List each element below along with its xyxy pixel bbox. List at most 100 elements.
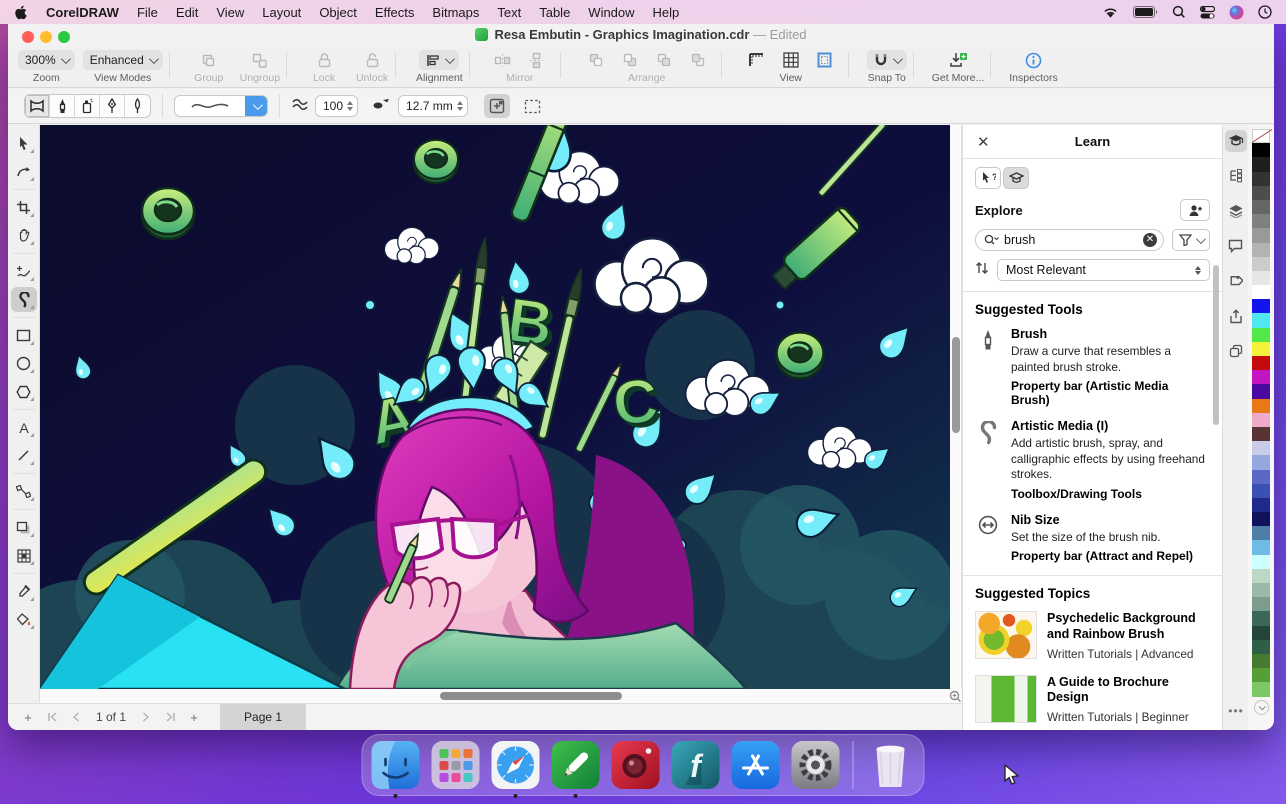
to-front-button[interactable] <box>579 50 613 70</box>
color-swatch[interactable] <box>1252 342 1270 356</box>
dock-launchpad-icon[interactable] <box>431 740 481 790</box>
color-swatch[interactable] <box>1252 200 1270 214</box>
menu-item[interactable]: Bitmaps <box>423 5 488 20</box>
color-swatch[interactable] <box>1252 384 1270 398</box>
color-swatch[interactable] <box>1252 356 1270 370</box>
color-swatch[interactable] <box>1252 498 1270 512</box>
color-swatch[interactable] <box>1252 540 1270 554</box>
menu-item[interactable]: Effects <box>366 5 424 20</box>
clear-search-button[interactable]: ✕ <box>1143 233 1157 247</box>
color-swatch[interactable] <box>1252 470 1270 484</box>
preset-mode-button[interactable] <box>25 95 50 117</box>
menu-item[interactable]: Window <box>579 5 643 20</box>
tool-drop-shadow[interactable] <box>11 515 37 540</box>
view-modes-dropdown[interactable]: Enhanced <box>83 50 163 70</box>
get-more-button[interactable] <box>941 50 975 70</box>
expression-mode-button[interactable] <box>125 95 150 117</box>
unlock-button[interactable] <box>355 50 389 70</box>
menu-item[interactable]: Object <box>310 5 366 20</box>
tool-text[interactable]: A <box>11 415 37 440</box>
alignment-dropdown[interactable] <box>419 50 459 70</box>
color-swatch[interactable] <box>1252 370 1270 384</box>
suggested-tool-brush[interactable]: Brush Draw a curve that resembles a pain… <box>975 327 1210 407</box>
bounding-box-toggle[interactable] <box>520 94 546 118</box>
tab-learn[interactable] <box>1225 130 1247 152</box>
menu-item[interactable]: Edit <box>167 5 207 20</box>
add-page-before-button[interactable]: + <box>16 710 40 725</box>
vertical-scrollbar[interactable] <box>950 125 962 689</box>
to-back-button[interactable] <box>613 50 647 70</box>
color-swatch[interactable] <box>1252 271 1270 285</box>
dock-trash-icon[interactable] <box>866 740 916 790</box>
mirror-horizontal-button[interactable] <box>486 50 520 70</box>
color-swatch[interactable] <box>1252 512 1270 526</box>
menu-item[interactable]: Layout <box>253 5 310 20</box>
color-swatch[interactable] <box>1252 640 1270 654</box>
color-swatch[interactable] <box>1252 157 1270 171</box>
color-swatch[interactable] <box>1252 243 1270 257</box>
next-page-button[interactable] <box>134 710 158 725</box>
more-options-icon[interactable]: ••• <box>1223 704 1249 718</box>
page-border-button[interactable] <box>808 50 842 70</box>
horizontal-scrollbar-thumb[interactable] <box>440 692 622 700</box>
color-swatch[interactable] <box>1252 611 1270 625</box>
dock-app-store-icon[interactable] <box>731 740 781 790</box>
color-swatch[interactable] <box>1252 257 1270 271</box>
dock-font-app-icon[interactable]: f <box>671 740 721 790</box>
tab-export[interactable] <box>1225 305 1247 327</box>
tool-pan[interactable] <box>11 223 37 248</box>
profile-button[interactable] <box>1180 199 1210 221</box>
vertical-scrollbar-thumb[interactable] <box>952 337 960 433</box>
zoom-corner-icon[interactable] <box>949 690 962 703</box>
suggested-tool-nib-size[interactable]: Nib Size Set the size of the brush nib. … <box>975 513 1210 564</box>
battery-icon[interactable] <box>1133 6 1158 18</box>
tab-layers[interactable] <box>1225 200 1247 222</box>
color-swatch[interactable] <box>1252 399 1270 413</box>
color-swatch[interactable] <box>1252 569 1270 583</box>
inspectors-button[interactable] <box>1016 50 1050 70</box>
palette-scroll-button[interactable] <box>1254 700 1269 715</box>
color-swatch[interactable] <box>1252 626 1270 640</box>
color-swatch[interactable] <box>1252 555 1270 569</box>
tool-mesh-fill[interactable] <box>11 543 37 568</box>
brush-mode-button[interactable] <box>50 95 75 117</box>
tool-pick[interactable] <box>11 131 37 156</box>
menu-item[interactable]: Text <box>488 5 530 20</box>
dock-finder-icon[interactable] <box>371 740 421 790</box>
last-page-button[interactable] <box>158 710 182 725</box>
filter-button[interactable] <box>1172 229 1210 251</box>
calligraphic-mode-button[interactable] <box>100 95 125 117</box>
color-swatch[interactable] <box>1252 441 1270 455</box>
siri-icon[interactable] <box>1229 5 1244 20</box>
tab-objects[interactable] <box>1225 165 1247 187</box>
tool-freehand[interactable] <box>11 259 37 284</box>
previous-page-button[interactable] <box>64 710 88 725</box>
color-swatch[interactable] <box>1252 285 1270 299</box>
grid-button[interactable] <box>774 50 808 70</box>
mirror-vertical-button[interactable] <box>520 50 554 70</box>
color-swatch[interactable] <box>1252 299 1270 313</box>
topic-psychedelic[interactable]: Psychedelic Background and Rainbow Brush… <box>975 611 1210 660</box>
spotlight-icon[interactable] <box>1172 5 1186 19</box>
color-swatch[interactable] <box>1252 484 1270 498</box>
clock-icon[interactable] <box>1258 5 1272 19</box>
color-swatch[interactable] <box>1252 172 1270 186</box>
dock-camera-icon[interactable] <box>611 740 661 790</box>
tab-clone[interactable] <box>1225 340 1247 362</box>
tool-artistic-media[interactable] <box>11 287 37 312</box>
tool-ellipse[interactable] <box>11 351 37 376</box>
color-swatch[interactable] <box>1252 143 1270 157</box>
stroke-preset-dropdown[interactable] <box>174 95 268 117</box>
tool-eyedropper[interactable] <box>11 579 37 604</box>
hints-mode-button[interactable]: ? <box>975 167 1001 189</box>
stroke-preset-open-button[interactable] <box>245 95 267 117</box>
color-swatch[interactable] <box>1252 427 1270 441</box>
color-swatch[interactable] <box>1252 328 1270 342</box>
lock-button[interactable] <box>307 50 341 70</box>
suggested-tool-artistic-media[interactable]: Artistic Media (I) Add artistic brush, s… <box>975 419 1210 501</box>
menu-item[interactable]: View <box>207 5 253 20</box>
rulers-button[interactable] <box>740 50 774 70</box>
learn-panel-scrollbar[interactable] <box>1213 265 1219 425</box>
tool-connector[interactable] <box>11 479 37 504</box>
menu-item[interactable]: Table <box>530 5 579 20</box>
